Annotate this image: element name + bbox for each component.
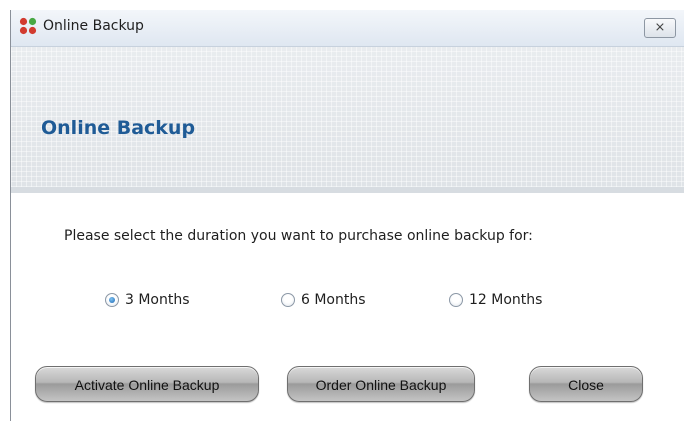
- header-band: Online Backup: [11, 47, 684, 193]
- window-title: Online Backup: [43, 18, 144, 34]
- radio-6-months-label: 6 Months: [301, 292, 366, 308]
- title-bar[interactable]: Online Backup ⨯: [11, 10, 684, 47]
- order-online-backup-button[interactable]: Order Online Backup: [287, 366, 475, 402]
- close-button[interactable]: Close: [529, 366, 643, 402]
- radio-6-months[interactable]: 6 Months: [281, 292, 366, 308]
- duration-radio-group: 3 Months 6 Months 12 Months: [11, 292, 684, 316]
- radio-12-months-label: 12 Months: [469, 292, 543, 308]
- online-backup-window: Online Backup ⨯ Online Backup Please sel…: [10, 10, 684, 421]
- radio-3-months-label: 3 Months: [125, 292, 190, 308]
- duration-prompt: Please select the duration you want to p…: [64, 228, 533, 244]
- radio-3-months[interactable]: 3 Months: [105, 292, 190, 308]
- radio-6-months-indicator[interactable]: [281, 293, 295, 307]
- radio-12-months[interactable]: 12 Months: [449, 292, 542, 308]
- close-icon: ⨯: [654, 20, 666, 35]
- radio-12-months-indicator[interactable]: [449, 293, 463, 307]
- app-icon: [19, 17, 37, 35]
- header-title: Online Backup: [41, 117, 196, 139]
- radio-3-months-indicator[interactable]: [105, 293, 119, 307]
- activate-online-backup-button[interactable]: Activate Online Backup: [35, 366, 259, 402]
- window-close-button[interactable]: ⨯: [644, 18, 676, 38]
